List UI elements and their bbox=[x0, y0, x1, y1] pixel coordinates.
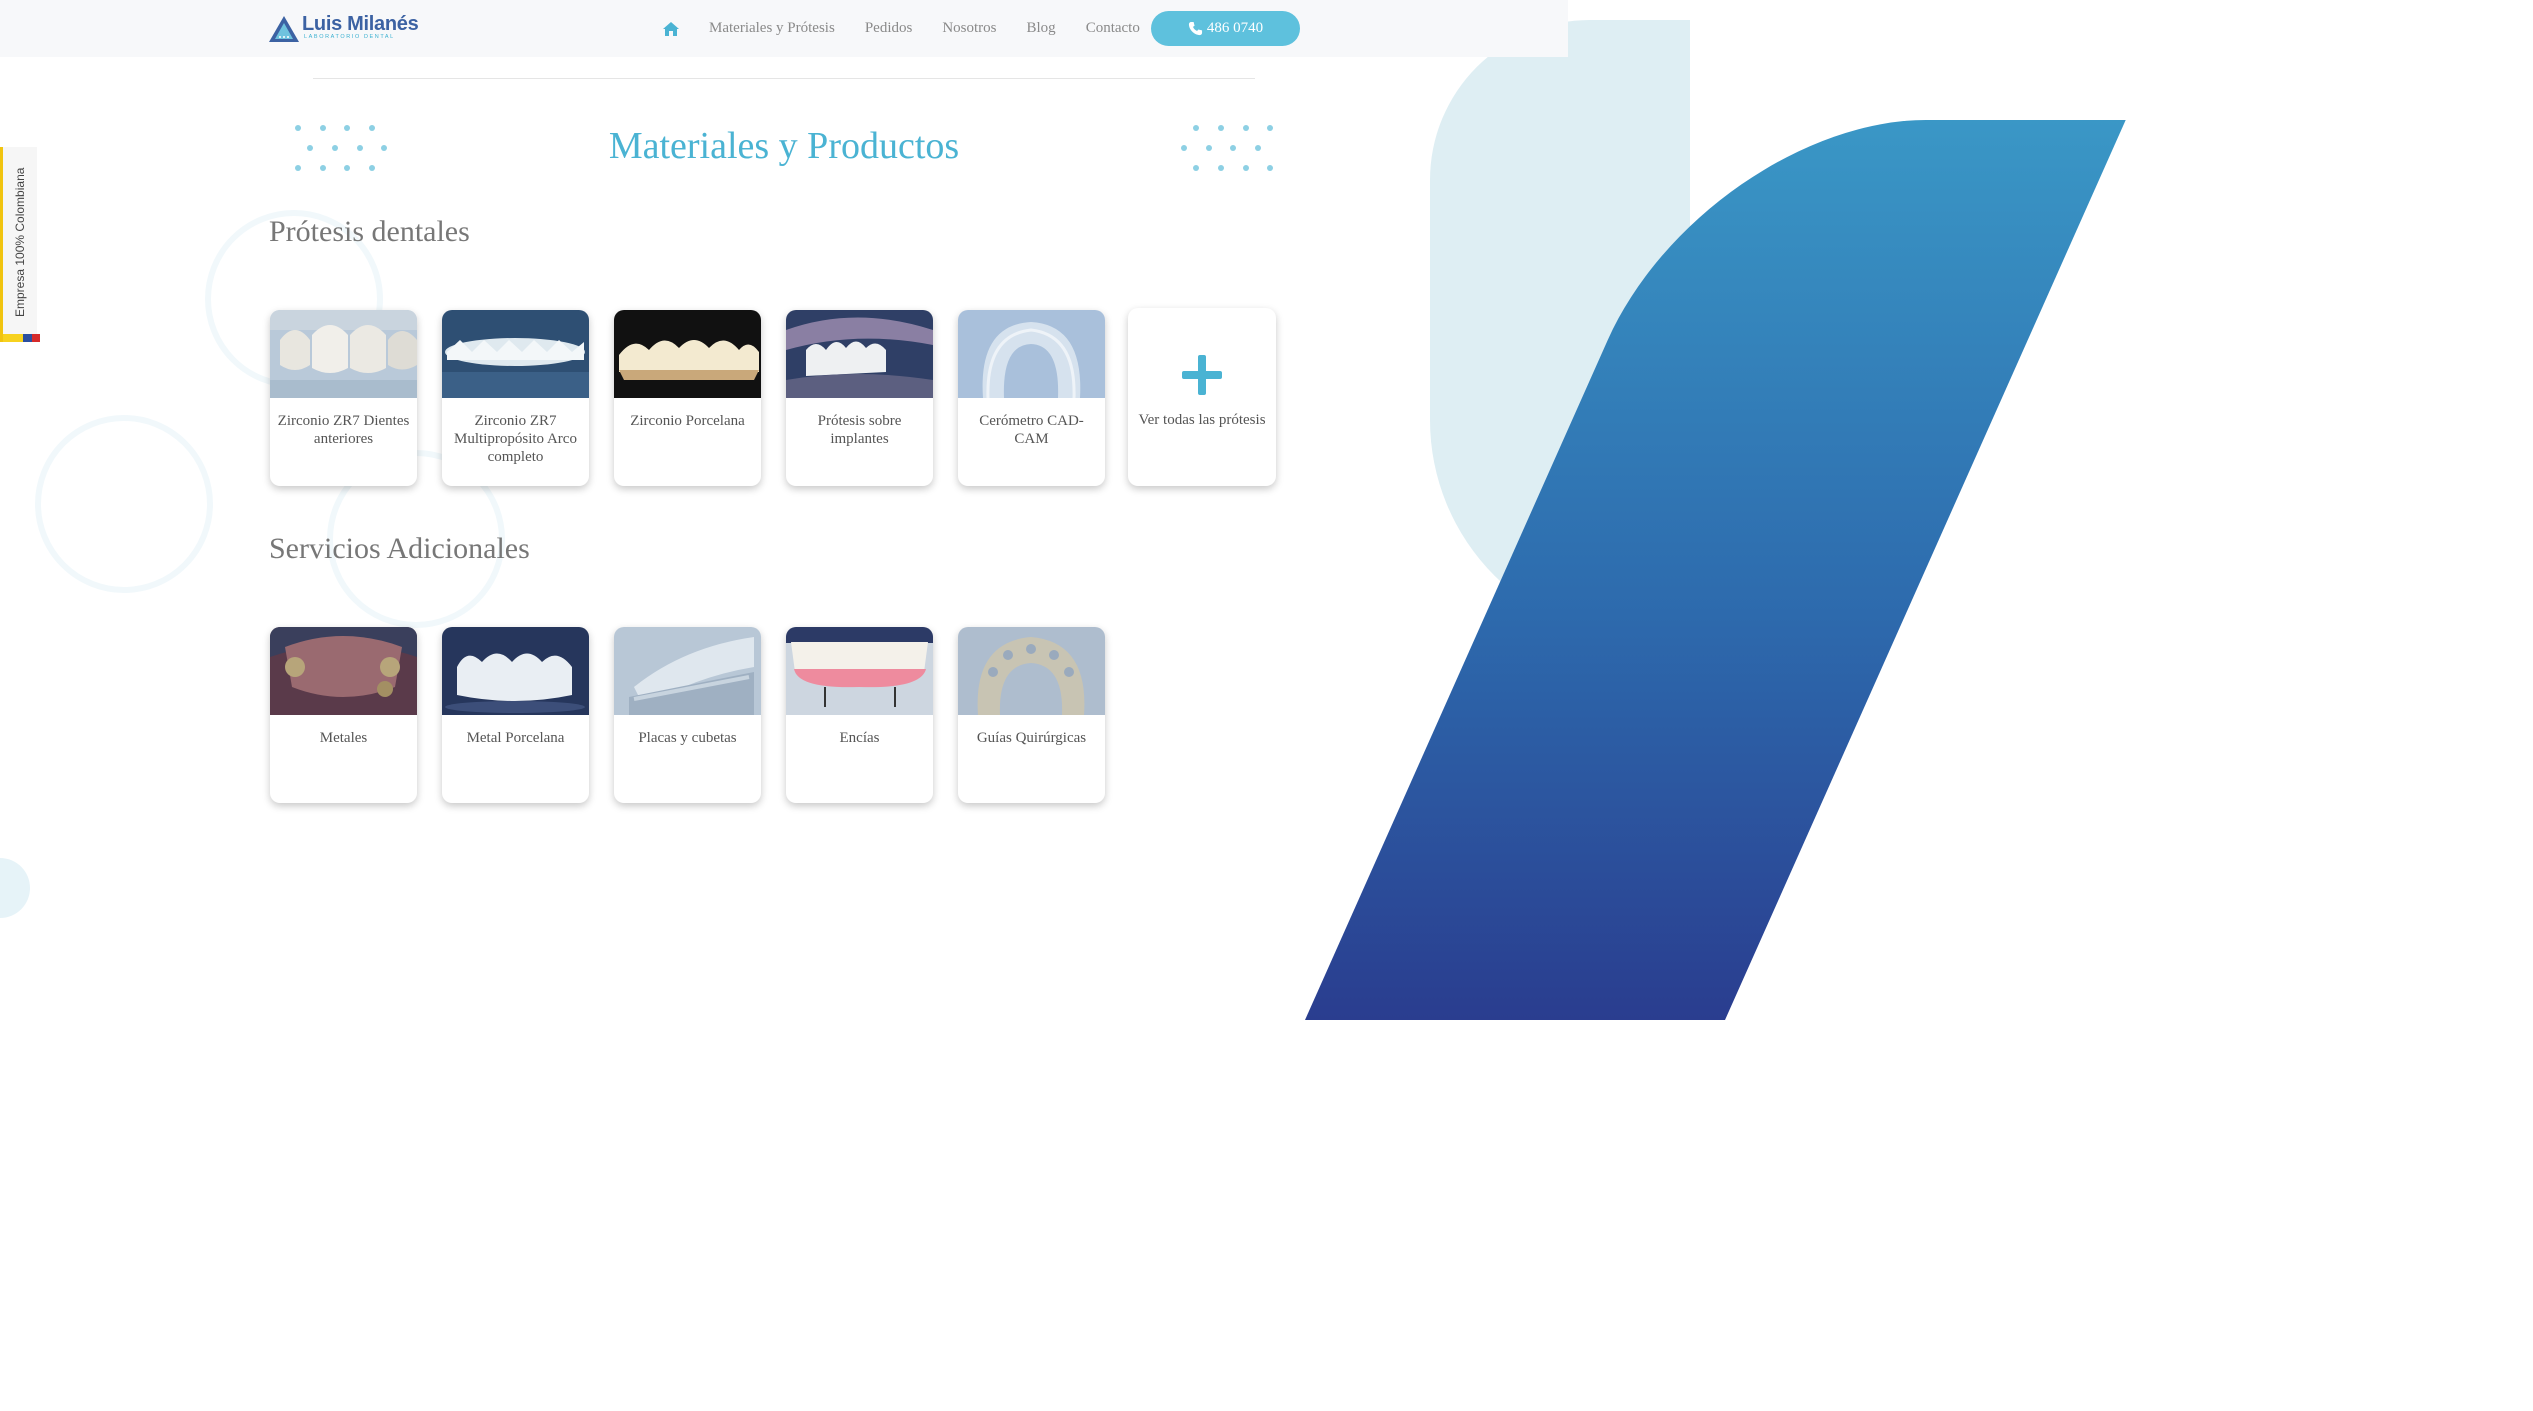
service-card[interactable]: Metal Porcelana bbox=[442, 627, 589, 803]
phone-number: 486 0740 bbox=[1206, 20, 1264, 36]
product-name: Zirconio Porcelana bbox=[630, 413, 745, 429]
background-corner-shape bbox=[0, 858, 30, 918]
main-nav: Materiales y Prótesis Pedidos Nosotros B… bbox=[662, 0, 1140, 57]
service-image bbox=[958, 627, 1105, 715]
nav-link-pedidos[interactable]: Pedidos bbox=[865, 20, 913, 37]
service-name: Placas y cubetas bbox=[638, 730, 737, 746]
service-image bbox=[614, 627, 761, 715]
product-image bbox=[958, 310, 1105, 398]
background-ring bbox=[35, 415, 213, 593]
product-card[interactable]: Cerómetro CAD-CAM bbox=[958, 310, 1105, 486]
service-image bbox=[786, 627, 933, 715]
product-card[interactable]: Prótesis sobre implantes bbox=[786, 310, 933, 486]
see-all-prosthesis-card[interactable]: Ver todas las prótesis bbox=[1128, 308, 1276, 486]
plus-icon bbox=[1182, 355, 1222, 395]
service-image bbox=[442, 627, 589, 715]
phone-button[interactable]: 486 0740 bbox=[1151, 11, 1300, 46]
product-image bbox=[786, 310, 933, 398]
service-card[interactable]: Metales bbox=[270, 627, 417, 803]
product-image bbox=[614, 310, 761, 398]
nav-link-materiales[interactable]: Materiales y Prótesis bbox=[709, 20, 835, 37]
see-all-label: Ver todas las prótesis bbox=[1138, 412, 1266, 428]
product-name: Zirconio ZR7 Dientes anteriores bbox=[277, 413, 410, 447]
header-divider bbox=[313, 78, 1255, 79]
phone-icon bbox=[1188, 21, 1202, 36]
product-card[interactable]: Zirconio ZR7 Multipropósito Arco complet… bbox=[442, 310, 589, 486]
background-shape-blue bbox=[1305, 120, 2126, 1020]
service-card[interactable]: Encías bbox=[786, 627, 933, 803]
service-card[interactable]: Guías Quirúrgicas bbox=[958, 627, 1105, 803]
nav-link-blog[interactable]: Blog bbox=[1027, 20, 1056, 37]
section-title-servicios: Servicios Adicionales bbox=[269, 532, 530, 565]
product-name: Cerómetro CAD-CAM bbox=[979, 413, 1084, 447]
page-title: Materiales y Productos bbox=[608, 125, 960, 167]
service-name: Metales bbox=[319, 730, 368, 746]
side-tab-label: Empresa 100% Colombiana bbox=[13, 167, 27, 317]
home-icon[interactable] bbox=[662, 21, 680, 37]
logo-tooth-icon bbox=[269, 16, 299, 42]
service-name: Metal Porcelana bbox=[466, 730, 565, 746]
service-name: Encías bbox=[839, 730, 880, 746]
colombia-flag bbox=[3, 334, 40, 342]
product-name: Prótesis sobre implantes bbox=[817, 413, 902, 447]
brand-logo[interactable]: Luis Milanés LABORATORIO DENTAL bbox=[268, 13, 419, 46]
brand-name: Luis Milanés bbox=[302, 13, 419, 35]
product-card[interactable]: Zirconio ZR7 Dientes anteriores bbox=[270, 310, 417, 486]
product-card[interactable]: Zirconio Porcelana bbox=[614, 310, 761, 486]
service-name: Guías Quirúrgicas bbox=[976, 730, 1087, 746]
colombian-company-tab[interactable]: Empresa 100% Colombiana bbox=[0, 147, 40, 342]
nav-link-nosotros[interactable]: Nosotros bbox=[942, 20, 996, 37]
section-title-protesis: Prótesis dentales bbox=[269, 215, 470, 248]
product-image bbox=[442, 310, 589, 398]
top-navbar: Luis Milanés LABORATORIO DENTAL Material… bbox=[0, 0, 1568, 57]
service-card[interactable]: Placas y cubetas bbox=[614, 627, 761, 803]
service-image bbox=[270, 627, 417, 715]
product-name: Zirconio ZR7 Multipropósito Arco complet… bbox=[454, 413, 577, 465]
brand-subtitle: LABORATORIO DENTAL bbox=[304, 34, 395, 40]
nav-link-contacto[interactable]: Contacto bbox=[1086, 20, 1140, 37]
product-image bbox=[270, 310, 417, 398]
